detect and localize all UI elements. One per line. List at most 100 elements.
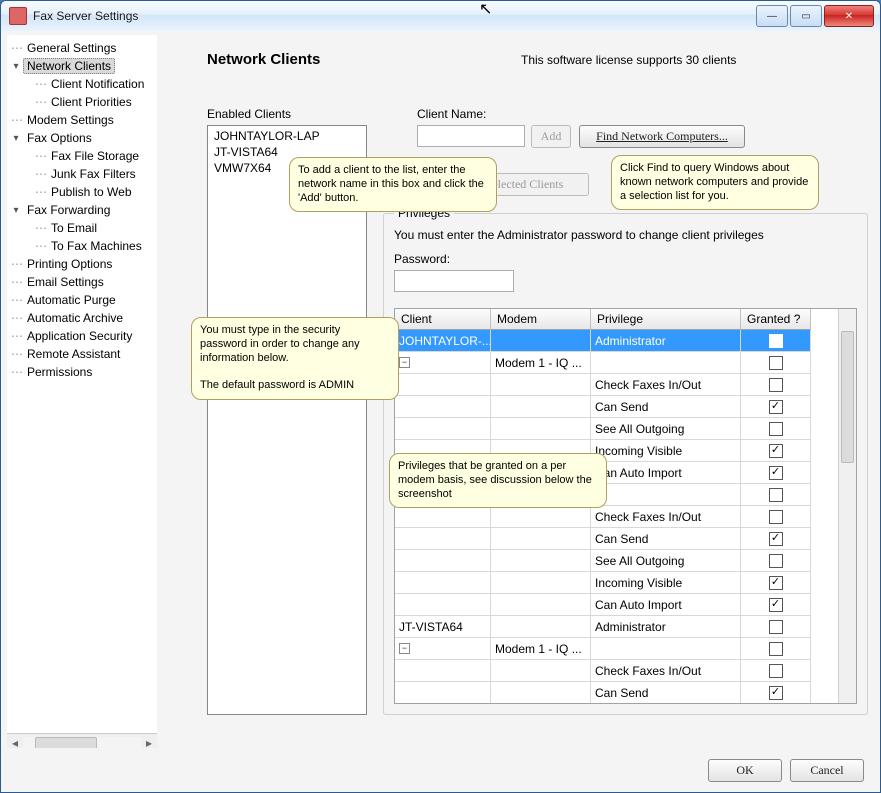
cell-granted — [741, 660, 811, 682]
table-row[interactable]: Check Faxes In/Out — [395, 660, 856, 682]
tree-connector-icon: ⋯ — [11, 41, 21, 55]
cell-privilege: Can Send — [591, 528, 741, 550]
cancel-button[interactable]: Cancel — [790, 759, 864, 782]
table-row[interactable]: JT-VISTA64Administrator — [395, 616, 856, 638]
granted-checkbox[interactable] — [769, 554, 783, 568]
sidebar-item[interactable]: ▾Fax Forwarding — [7, 201, 157, 219]
sidebar-item[interactable]: ⋯Remote Assistant — [7, 345, 157, 363]
scrollbar-thumb[interactable] — [841, 331, 854, 463]
cell-privilege: Can Auto Import — [591, 594, 741, 616]
tree-expand-icon[interactable]: − — [399, 643, 410, 654]
column-header-privilege[interactable]: Privilege — [591, 309, 741, 330]
granted-checkbox[interactable] — [769, 334, 783, 348]
settings-tree-sidebar: ⋯General Settings▾Network Clients⋯Client… — [7, 35, 157, 752]
sidebar-item-label: To Email — [47, 220, 101, 236]
sidebar-item[interactable]: ⋯Email Settings — [7, 273, 157, 291]
cell-client: JOHNTAYLOR-... — [395, 330, 491, 352]
expand-icon[interactable]: ▾ — [11, 205, 21, 216]
granted-checkbox[interactable] — [769, 664, 783, 678]
granted-checkbox[interactable] — [769, 488, 783, 502]
granted-checkbox[interactable]: ✓ — [769, 532, 783, 546]
tree-connector-icon: ⋯ — [11, 113, 21, 127]
client-name-input[interactable] — [417, 125, 525, 147]
sidebar-item[interactable]: ⋯Client Notification — [7, 75, 157, 93]
cell-privilege: See All Outgoing — [591, 550, 741, 572]
sidebar-item-label: Application Security — [23, 328, 136, 344]
sidebar-item-label: Email Settings — [23, 274, 108, 290]
granted-checkbox[interactable]: ✓ — [769, 400, 783, 414]
table-row[interactable]: Can Auto Import ✓ — [395, 594, 856, 616]
cell-client — [395, 418, 491, 440]
table-row[interactable]: Check Faxes In/Out — [395, 506, 856, 528]
tree-connector-icon: ⋯ — [11, 365, 21, 379]
table-row[interactable]: Can Send✓ — [395, 396, 856, 418]
minimize-button[interactable]: — — [756, 5, 788, 27]
expand-icon[interactable]: ▾ — [11, 133, 21, 144]
table-row[interactable]: See All Outgoing — [395, 550, 856, 572]
sidebar-item[interactable]: ⋯Automatic Purge — [7, 291, 157, 309]
table-row[interactable]: Incoming Visible✓ — [395, 572, 856, 594]
cell-granted — [741, 638, 811, 660]
sidebar-item[interactable]: ⋯Automatic Archive — [7, 309, 157, 327]
granted-checkbox[interactable]: ✓ — [769, 576, 783, 590]
granted-checkbox[interactable] — [769, 510, 783, 524]
table-row[interactable]: −Modem 1 - IQ ... — [395, 638, 856, 660]
column-header-client[interactable]: Client — [395, 309, 491, 330]
sidebar-item[interactable]: ▾Fax Options — [7, 129, 157, 147]
sidebar-item[interactable]: ⋯Fax File Storage — [7, 147, 157, 165]
sidebar-item-label: Client Priorities — [47, 94, 136, 110]
column-header-granted[interactable]: Granted ? — [741, 309, 811, 330]
sidebar-item[interactable]: ⋯Junk Fax Filters — [7, 165, 157, 183]
granted-checkbox[interactable] — [769, 642, 783, 656]
table-row[interactable]: Can Send ✓ — [395, 682, 856, 704]
sidebar-item-label: To Fax Machines — [47, 238, 146, 254]
enabled-clients-listbox[interactable]: JOHNTAYLOR-LAPJT-VISTA64VMW7X64 — [207, 125, 367, 715]
add-button[interactable]: Add — [531, 125, 571, 148]
granted-checkbox[interactable]: ✓ — [769, 686, 783, 700]
table-row[interactable]: −Modem 1 - IQ ... — [395, 352, 856, 374]
sidebar-item[interactable]: ⋯Permissions — [7, 363, 157, 381]
close-button[interactable]: ✕ — [824, 5, 874, 27]
password-input[interactable] — [394, 270, 514, 292]
sidebar-item[interactable]: ▾Network Clients — [7, 57, 157, 75]
table-row[interactable]: JOHNTAYLOR-...Administrator — [395, 330, 856, 352]
cell-privilege: Can Send — [591, 682, 741, 704]
sidebar-item[interactable]: ⋯To Fax Machines — [7, 237, 157, 255]
find-network-computers-button[interactable]: Find Network Computers... — [579, 125, 745, 148]
sidebar-item[interactable]: ⋯Printing Options — [7, 255, 157, 273]
tree-expand-icon[interactable]: − — [399, 357, 410, 368]
sidebar-item[interactable]: ⋯Publish to Web — [7, 183, 157, 201]
cursor-icon: ↖ — [479, 0, 492, 19]
granted-checkbox[interactable] — [769, 422, 783, 436]
sidebar-item[interactable]: ⋯Modem Settings — [7, 111, 157, 129]
maximize-button[interactable]: ▭ — [790, 5, 822, 27]
granted-checkbox[interactable] — [769, 356, 783, 370]
grid-vertical-scrollbar[interactable] — [838, 309, 856, 703]
table-row[interactable]: See All Outgoing — [395, 418, 856, 440]
granted-checkbox[interactable]: ✓ — [769, 598, 783, 612]
table-row[interactable]: Check Faxes In/Out — [395, 374, 856, 396]
dialog-footer: OK Cancel — [1, 748, 880, 792]
settings-tree[interactable]: ⋯General Settings▾Network Clients⋯Client… — [7, 35, 157, 733]
sidebar-item[interactable]: ⋯Application Security — [7, 327, 157, 345]
column-header-modem[interactable]: Modem — [491, 309, 591, 330]
tree-connector-icon: ⋯ — [35, 149, 45, 163]
tree-connector-icon: ⋯ — [11, 329, 21, 343]
sidebar-item-label: Fax File Storage — [47, 148, 143, 164]
tree-connector-icon: ⋯ — [11, 311, 21, 325]
granted-checkbox[interactable] — [769, 620, 783, 634]
granted-checkbox[interactable] — [769, 378, 783, 392]
sidebar-item[interactable]: ⋯Client Priorities — [7, 93, 157, 111]
titlebar[interactable]: Fax Server Settings ↖ — ▭ ✕ — [1, 1, 880, 32]
cell-client — [395, 396, 491, 418]
granted-checkbox[interactable]: ✓ — [769, 444, 783, 458]
sidebar-item-label: Automatic Archive — [23, 310, 127, 326]
expand-icon[interactable]: ▾ — [11, 61, 21, 72]
sidebar-item[interactable]: ⋯General Settings — [7, 39, 157, 57]
ok-button[interactable]: OK — [708, 759, 782, 782]
list-item[interactable]: JOHNTAYLOR-LAP — [212, 128, 362, 144]
sidebar-item[interactable]: ⋯To Email — [7, 219, 157, 237]
granted-checkbox[interactable]: ✓ — [769, 466, 783, 480]
tree-connector-icon: ⋯ — [11, 257, 21, 271]
table-row[interactable]: Can Send ✓ — [395, 528, 856, 550]
